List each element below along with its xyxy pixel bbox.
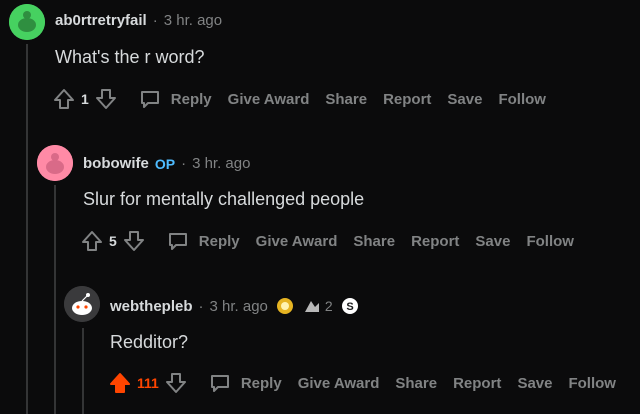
save-button[interactable]: Save	[447, 91, 482, 108]
follow-button[interactable]: Follow	[526, 233, 574, 250]
award-count: 2	[324, 298, 333, 314]
avatar[interactable]	[64, 286, 100, 322]
vote-score: 5	[109, 233, 117, 249]
follow-button[interactable]: Follow	[498, 91, 546, 108]
op-badge: OP	[154, 155, 176, 172]
share-button[interactable]: Share	[395, 375, 437, 392]
downvote-icon[interactable]	[165, 372, 187, 394]
give-award-button[interactable]: Give Award	[298, 375, 380, 392]
give-award-button[interactable]: Give Award	[228, 91, 310, 108]
separator-dot: ·	[198, 297, 204, 315]
reply-label: Reply	[240, 374, 282, 392]
vote-score: 111	[137, 375, 159, 391]
comment-actions: 5 Reply Give Award Share Report Save Fol…	[81, 230, 574, 252]
comment-text: Slur for mentally challenged people	[83, 189, 365, 209]
upvote-icon[interactable]	[81, 230, 103, 252]
comment-author[interactable]: ab0rtretryfail	[55, 12, 147, 29]
comment-timestamp[interactable]: 3 hr. ago	[210, 298, 268, 315]
downvote-icon[interactable]	[95, 88, 117, 110]
reply-label: Reply	[198, 232, 240, 250]
downvote-icon[interactable]	[123, 230, 145, 252]
svg-text:S: S	[346, 301, 353, 313]
dollar-award-icon: S	[341, 298, 358, 314]
share-button[interactable]: Share	[325, 91, 367, 108]
upvote-icon[interactable]	[53, 88, 75, 110]
upvote-icon[interactable]	[109, 372, 131, 394]
give-award-button[interactable]: Give Award	[256, 233, 338, 250]
reply-button[interactable]: Reply	[139, 88, 212, 110]
share-button[interactable]: Share	[353, 233, 395, 250]
comment-text: Redditor?	[110, 332, 189, 352]
comment-text: What's the r word?	[55, 47, 205, 67]
snoo-avatar-icon	[9, 4, 45, 40]
comment-bubble-icon	[168, 233, 187, 250]
thread-line[interactable]	[82, 328, 84, 414]
report-button[interactable]: Report	[453, 375, 501, 392]
separator-dot: ·	[181, 155, 187, 172]
vote-score: 1	[81, 91, 89, 107]
comment-author[interactable]: webthepleb	[110, 298, 193, 315]
thread-line[interactable]	[54, 185, 56, 414]
report-button[interactable]: Report	[383, 91, 431, 108]
save-button[interactable]: Save	[475, 233, 510, 250]
reply-label: Reply	[170, 90, 212, 108]
comment-bubble-icon	[210, 375, 229, 392]
award-list[interactable]: 2 S	[276, 297, 359, 315]
thread-line[interactable]	[26, 44, 28, 414]
follow-button[interactable]: Follow	[568, 375, 616, 392]
gold-award-icon	[276, 298, 293, 314]
snoo-avatar-icon	[64, 286, 100, 322]
avatar[interactable]	[9, 4, 45, 40]
comment-bubble-icon	[140, 91, 159, 108]
comment-timestamp[interactable]: 3 hr. ago	[192, 155, 250, 172]
separator-dot: ·	[152, 12, 158, 29]
comment-author[interactable]: bobowife	[83, 155, 149, 172]
reply-button[interactable]: Reply	[209, 372, 282, 394]
reply-button[interactable]: Reply	[167, 230, 240, 252]
comment-actions: 1 Reply Give Award Share Report Save Fol…	[53, 88, 546, 110]
avatar[interactable]	[37, 145, 73, 181]
snoo-avatar-icon	[37, 145, 73, 181]
silver-award-icon	[304, 301, 319, 312]
save-button[interactable]: Save	[517, 375, 552, 392]
comment-timestamp[interactable]: 3 hr. ago	[164, 12, 222, 29]
comment-actions: 111 Reply Give Award Share Report Save F…	[109, 372, 616, 394]
report-button[interactable]: Report	[411, 233, 459, 250]
